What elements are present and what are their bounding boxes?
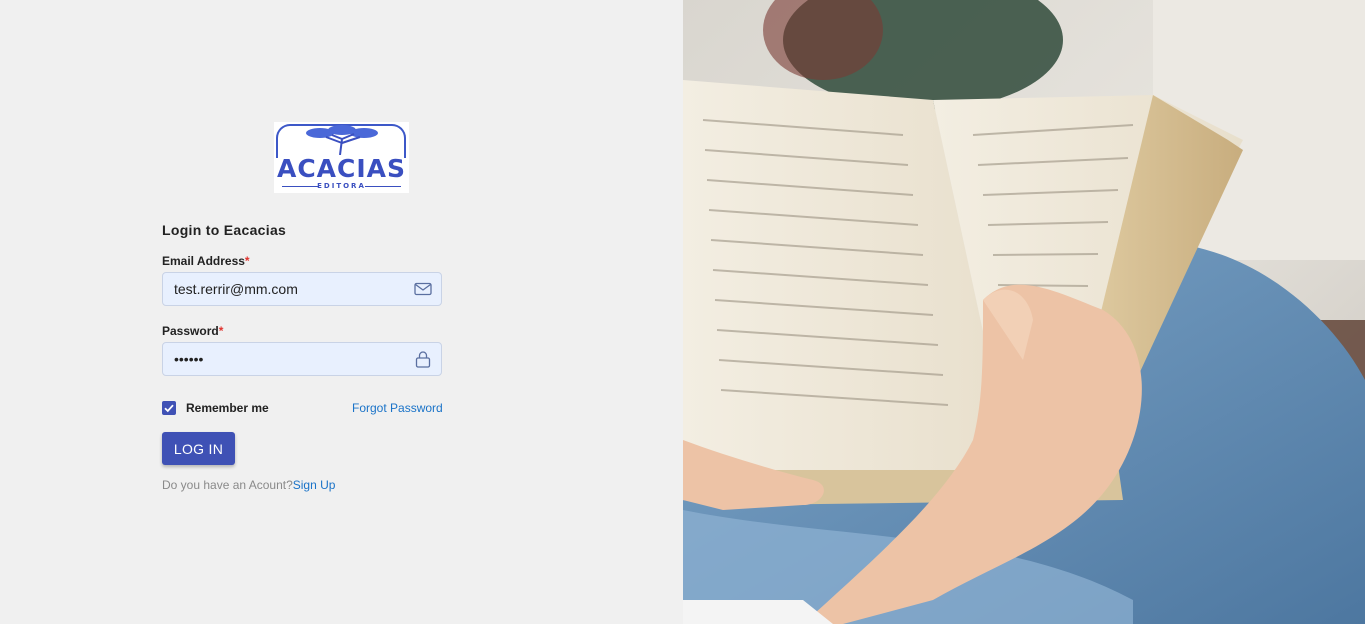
email-label: Email Address* [162, 254, 250, 268]
login-title: Login to Eacacias [162, 222, 287, 238]
required-mark: * [218, 324, 224, 338]
email-label-text: Email Address [162, 254, 245, 268]
signup-prompt: Do you have an Acount?Sign Up [162, 478, 335, 492]
mail-icon [414, 282, 432, 296]
password-label: Password* [162, 324, 223, 338]
login-panel: ACACIAS EDITORA Login to Eacacias Email … [0, 0, 683, 624]
signup-prompt-text: Do you have an Acount? [162, 478, 293, 492]
remember-checkbox[interactable] [162, 401, 176, 415]
password-input[interactable] [163, 343, 403, 375]
email-field[interactable] [162, 272, 442, 306]
login-button[interactable]: LOG IN [162, 432, 235, 465]
required-mark: * [244, 254, 250, 268]
reading-book-photo [683, 0, 1365, 624]
check-icon [164, 404, 174, 413]
email-input[interactable] [163, 273, 403, 305]
hero-image [683, 0, 1365, 624]
password-field[interactable] [162, 342, 442, 376]
logo-brand: ACACIAS [276, 154, 407, 183]
logo-line-right [365, 186, 401, 187]
password-label-text: Password [162, 324, 219, 338]
acacias-logo: ACACIAS EDITORA [274, 122, 409, 193]
signup-link[interactable]: Sign Up [293, 478, 336, 492]
lock-icon [415, 351, 431, 368]
remember-label: Remember me [186, 401, 269, 415]
tree-icon [306, 125, 378, 155]
forgot-password-link[interactable]: Forgot Password [352, 401, 443, 415]
